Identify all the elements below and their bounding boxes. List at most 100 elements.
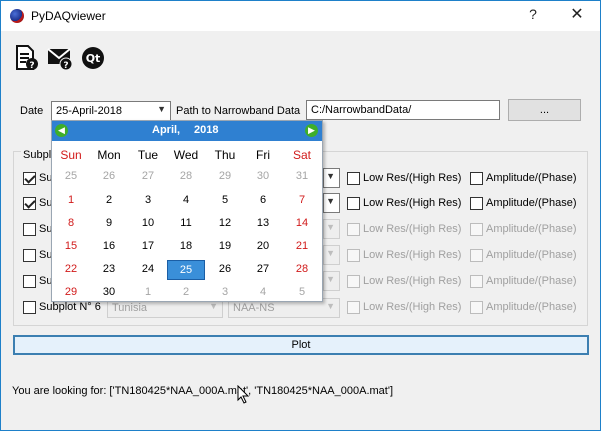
previous-month-button[interactable]: ◀ — [55, 124, 68, 137]
calendar-year[interactable]: 2018 — [194, 124, 218, 136]
subplot-5-station-combo: ▼ — [323, 271, 340, 291]
calendar-day[interactable]: 18 — [167, 237, 205, 257]
close-button[interactable]: ✕ — [567, 4, 587, 24]
subplot-4-station-combo: ▼ — [323, 245, 340, 265]
weekday-tue: Tue — [137, 148, 159, 162]
next-month-button[interactable]: ▶ — [305, 124, 318, 137]
subplot-1-station-combo[interactable]: ▼ — [323, 168, 340, 188]
subplot-6-checkbox[interactable] — [23, 301, 36, 314]
chevron-down-icon: ▼ — [326, 248, 335, 258]
subplot-5-lowres-label: Low Res/(High Res) — [363, 275, 462, 287]
subplot-4-lowres-label: Low Res/(High Res) — [363, 249, 462, 261]
plot-button[interactable]: Plot — [13, 335, 589, 355]
calendar-day[interactable]: 29 — [206, 167, 244, 187]
browse-button[interactable]: ... — [508, 99, 581, 121]
calendar-day[interactable]: 6 — [244, 191, 282, 211]
path-input[interactable]: C:/NarrowbandData/ — [306, 100, 500, 120]
calendar-day[interactable]: 23 — [90, 260, 128, 280]
date-label: Date — [20, 105, 44, 117]
calendar-day[interactable]: 26 — [206, 260, 244, 280]
calendar-month[interactable]: April, — [152, 124, 180, 136]
calendar-day[interactable]: 14 — [283, 214, 321, 234]
calendar-day[interactable]: 13 — [244, 214, 282, 234]
calendar-day[interactable]: 4 — [244, 283, 282, 303]
path-value: C:/NarrowbandData/ — [311, 104, 412, 116]
calendar-day[interactable]: 10 — [129, 214, 167, 234]
calendar-day[interactable]: 17 — [129, 237, 167, 257]
calendar-day[interactable]: 21 — [283, 237, 321, 257]
subplot-2-lowres-checkbox[interactable] — [347, 197, 360, 210]
weekday-sat: Sat — [292, 148, 311, 162]
path-label: Path to Narrowband Data — [176, 105, 301, 117]
calendar-day[interactable]: 29 — [52, 283, 90, 303]
calendar-day[interactable]: 5 — [283, 283, 321, 303]
chevron-down-icon[interactable]: ▼ — [326, 171, 335, 181]
calendar-day[interactable]: 3 — [206, 283, 244, 303]
subplot-4-checkbox[interactable] — [23, 249, 36, 262]
calendar-day[interactable]: 25 — [52, 167, 90, 187]
calendar-day[interactable]: 26 — [90, 167, 128, 187]
weekday-wed: Wed — [173, 148, 199, 162]
calendar-day[interactable]: 31 — [283, 167, 321, 187]
calendar-day[interactable]: 28 — [283, 260, 321, 280]
subplot-3-checkbox[interactable] — [23, 223, 36, 236]
calendar-day[interactable]: 19 — [206, 237, 244, 257]
calendar-day[interactable]: 12 — [206, 214, 244, 234]
mail-help-icon[interactable]: ? — [47, 45, 75, 71]
title-bar: PyDAQviewer ? ✕ — [1, 1, 600, 31]
subplot-5-amp-checkbox — [470, 275, 483, 288]
calendar-day[interactable]: 11 — [167, 214, 205, 234]
calendar-day[interactable]: 20 — [244, 237, 282, 257]
calendar-day[interactable]: 27 — [244, 260, 282, 280]
calendar-day[interactable]: 2 — [90, 191, 128, 211]
chevron-down-icon[interactable]: ▼ — [326, 196, 335, 206]
calendar-day[interactable]: 28 — [167, 167, 205, 187]
subplot-1-checkbox[interactable] — [23, 172, 36, 185]
calendar-day[interactable]: 24 — [129, 260, 167, 280]
document-help-icon[interactable]: ? — [15, 45, 39, 71]
subplot-5-amp-label: Amplitude/(Phase) — [486, 275, 577, 287]
subplot-5-lowres-checkbox — [347, 275, 360, 288]
calendar-day[interactable]: 1 — [129, 283, 167, 303]
calendar-day[interactable]: 30 — [244, 167, 282, 187]
weekday-sun: Sun — [60, 148, 82, 162]
calendar-day[interactable]: 25 — [167, 260, 205, 280]
subplot-6-station-value: NAA-NS — [233, 302, 275, 314]
chevron-down-icon[interactable]: ▼ — [157, 104, 166, 114]
calendar-day[interactable]: 9 — [90, 214, 128, 234]
subplot-2-amp-checkbox[interactable] — [470, 197, 483, 210]
calendar-day[interactable]: 4 — [167, 191, 205, 211]
status-text: You are looking for: ['TN180425*NAA_000A… — [12, 385, 393, 397]
date-combo[interactable]: 25-April-2018 ▼ — [51, 101, 171, 121]
calendar-day[interactable]: 8 — [52, 214, 90, 234]
subplot-1-amp-checkbox[interactable] — [470, 172, 483, 185]
calendar-day[interactable]: 2 — [167, 283, 205, 303]
subplot-3-amp-label: Amplitude/(Phase) — [486, 223, 577, 235]
weekday-fri: Fri — [256, 148, 270, 162]
calendar-day[interactable]: 16 — [90, 237, 128, 257]
help-button[interactable]: ? — [523, 6, 543, 22]
subplot-4-amp-label: Amplitude/(Phase) — [486, 249, 577, 261]
chevron-down-icon: ▼ — [326, 222, 335, 232]
calendar-day[interactable]: 7 — [283, 191, 321, 211]
qt-about-icon[interactable]: Qt — [81, 45, 105, 71]
subplot-1-amp-label: Amplitude/(Phase) — [486, 172, 577, 184]
subplot-2-station-combo[interactable]: ▼ — [323, 193, 340, 213]
calendar-header: ◀ April, 2018 ▶ — [52, 121, 322, 141]
qt-label: Qt — [86, 52, 101, 65]
subplot-3-amp-checkbox — [470, 223, 483, 236]
subplot-5-checkbox[interactable] — [23, 275, 36, 288]
calendar-day[interactable]: 22 — [52, 260, 90, 280]
subplot-1-lowres-checkbox[interactable] — [347, 172, 360, 185]
calendar-day[interactable]: 1 — [52, 191, 90, 211]
subplot-2-lowres-label: Low Res/(High Res) — [363, 197, 462, 209]
calendar-day[interactable]: 15 — [52, 237, 90, 257]
calendar-day[interactable]: 3 — [129, 191, 167, 211]
calendar-day[interactable]: 27 — [129, 167, 167, 187]
subplot-2-checkbox[interactable] — [23, 197, 36, 210]
chevron-down-icon: ▼ — [326, 274, 335, 284]
mouse-pointer-icon — [237, 385, 250, 404]
svg-text:?: ? — [63, 61, 68, 71]
calendar-day[interactable]: 5 — [206, 191, 244, 211]
calendar-day[interactable]: 30 — [90, 283, 128, 303]
